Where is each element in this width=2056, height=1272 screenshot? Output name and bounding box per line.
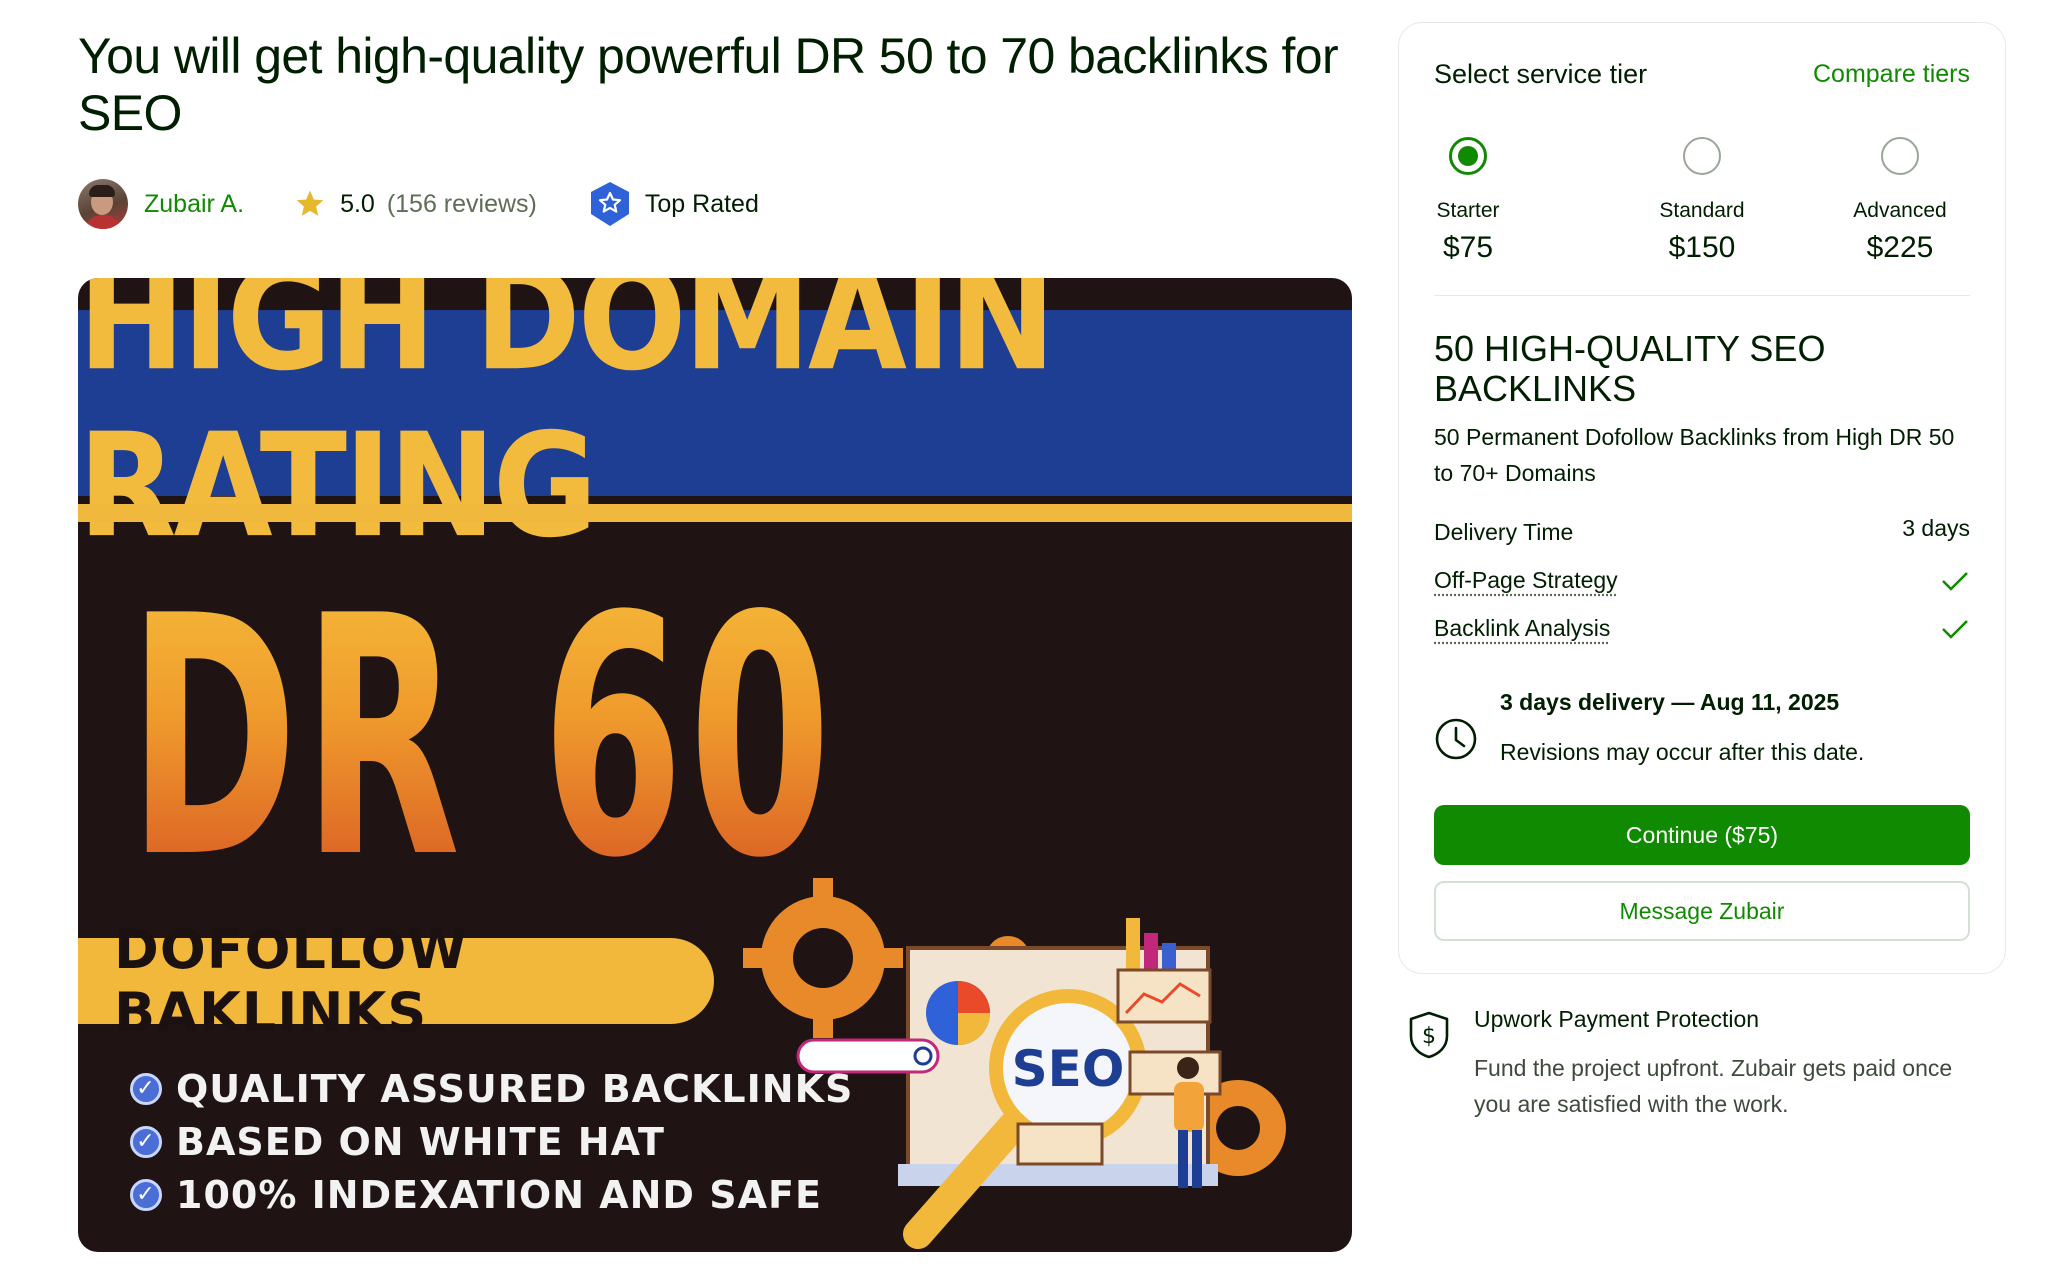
seller-name-link[interactable]: Zubair A. <box>144 190 244 219</box>
top-rated-label: Top Rated <box>644 189 759 218</box>
service-tier-card: Select service tier Compare tiers Starte… <box>1398 22 2006 974</box>
delivery-time-label: Delivery Time <box>1434 519 1574 545</box>
tier-price: $225 <box>1866 231 1934 264</box>
tier-starter[interactable]: Starter $75 <box>1398 137 1538 265</box>
delivery-time-value: 3 days <box>1902 515 1970 541</box>
gig-hero-image[interactable]: HIGH DOMAIN RATING DR 60 + DOFOLLOW BAKL… <box>78 278 1352 1252</box>
feature-row: Backlink Analysis <box>1434 615 1970 642</box>
tier-radio-starter[interactable] <box>1449 137 1487 175</box>
revisions-note: Revisions may occur after this date. <box>1500 739 1865 765</box>
check-icon <box>1942 619 1968 639</box>
seo-illustration: SEO <box>743 878 1286 1249</box>
tier-name: Advanced <box>1853 199 1947 222</box>
package-description: 50 Permanent Dofollow Backlinks from Hig… <box>1434 424 1955 486</box>
star-icon <box>296 190 324 216</box>
protection-text: Fund the project upfront. Zubair gets pa… <box>1474 1055 1953 1117</box>
svg-text:$: $ <box>1422 1024 1436 1049</box>
tier-options: Starter $75 Standard $150 Advanced $225 <box>1434 137 1970 287</box>
feature-row: Off-Page Strategy <box>1434 567 1970 594</box>
delivery-date: 3 days delivery — Aug 11, 2025 <box>1500 689 1840 715</box>
delivery-time-row: Delivery Time 3 days <box>1434 515 1970 546</box>
delivery-info: 3 days delivery — Aug 11, 2025 Revisions… <box>1434 687 1970 787</box>
card-header: Select service tier Compare tiers <box>1434 59 1970 90</box>
shield-dollar-icon: $ <box>1409 1011 1449 1059</box>
seller-meta: Zubair A. 5.0 (156 reviews) Top Rated <box>78 178 759 230</box>
seo-badge-text: SEO <box>1012 1040 1125 1098</box>
review-count[interactable]: (156 reviews) <box>387 190 537 219</box>
tier-name: Standard <box>1659 199 1745 222</box>
tier-name: Starter <box>1436 199 1500 222</box>
divider <box>1434 295 1970 296</box>
tier-price: $75 <box>1442 231 1494 264</box>
tier-advanced[interactable]: Advanced $225 <box>1830 137 1970 265</box>
protection-title: Upwork Payment Protection <box>1474 1006 1760 1032</box>
payment-protection: $ Upwork Payment Protection Fund the pro… <box>1398 1000 2006 1140</box>
tier-price: $150 <box>1668 231 1736 264</box>
top-rated-badge-icon <box>590 182 629 226</box>
feature-label-off-page-strategy[interactable]: Off-Page Strategy <box>1434 567 1618 594</box>
message-seller-button[interactable]: Message Zubair <box>1434 881 1970 941</box>
avatar[interactable] <box>78 179 128 229</box>
continue-button[interactable]: Continue ($75) <box>1434 805 1970 865</box>
tier-radio-standard[interactable] <box>1683 137 1721 175</box>
page-title: You will get high-quality powerful DR 50… <box>78 28 1339 141</box>
check-icon <box>1942 571 1968 591</box>
tier-standard[interactable]: Standard $150 <box>1632 137 1772 265</box>
clock-icon <box>1435 718 1477 760</box>
feature-label-backlink-analysis[interactable]: Backlink Analysis <box>1434 615 1610 642</box>
package-title: 50 HIGH-QUALITY SEO BACKLINKS <box>1434 328 1826 409</box>
compare-tiers-link[interactable]: Compare tiers <box>1813 60 1970 89</box>
tier-radio-advanced[interactable] <box>1881 137 1919 175</box>
rating-value: 5.0 <box>340 189 375 218</box>
tier-section-label: Select service tier <box>1434 59 1648 89</box>
